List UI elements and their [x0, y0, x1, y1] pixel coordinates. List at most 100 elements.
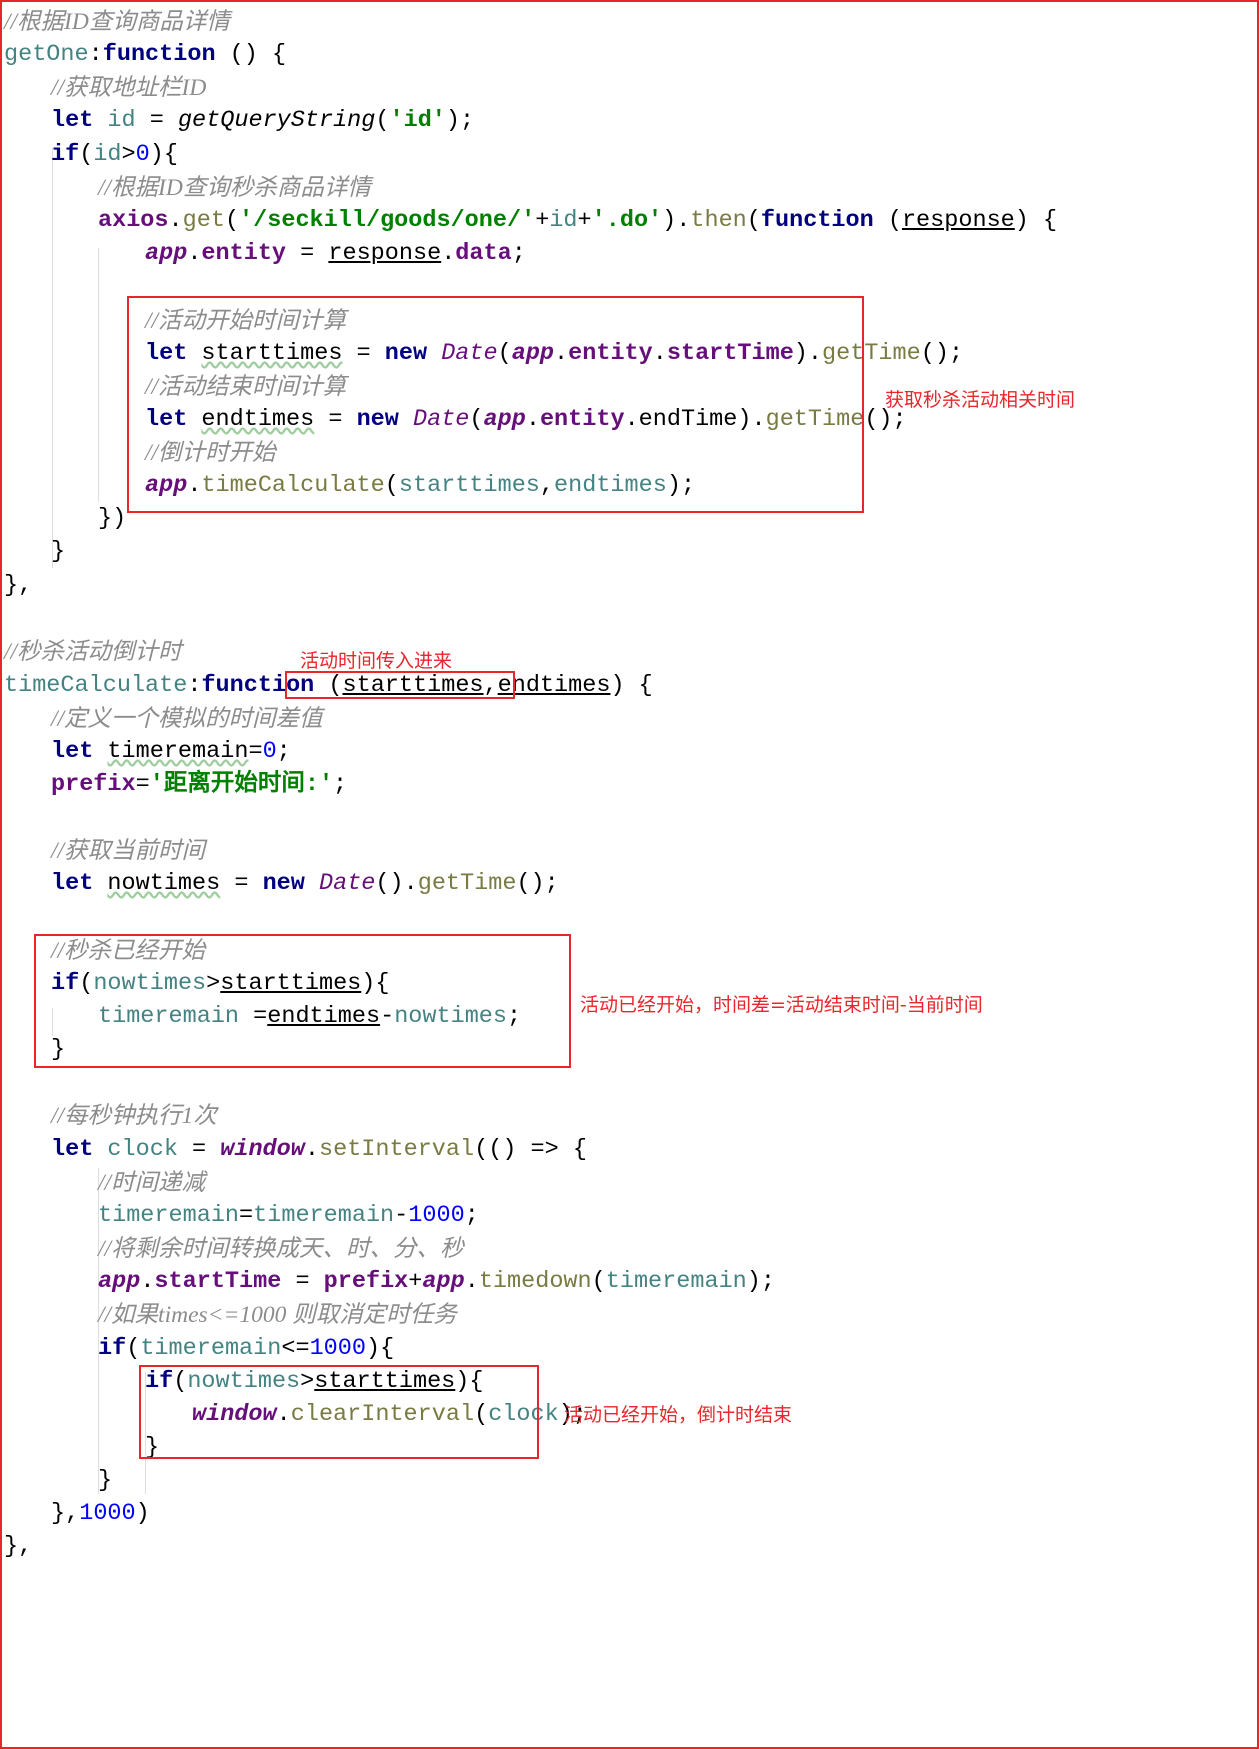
code-token: }, [4, 1533, 33, 1560]
code-token: //根据ID查询秒杀商品详情 [98, 175, 371, 201]
code-token: window [220, 1136, 305, 1163]
indent-guide [98, 248, 99, 502]
code-token: Date [318, 870, 376, 897]
code-line-let-clock: let clock = window.setInterval(() => { [51, 1132, 587, 1168]
code-line-comment-query-seckill-goods: //根据ID查询秒杀商品详情 [98, 170, 371, 206]
code-token: app [422, 1268, 465, 1295]
code-token: timeremain [605, 1268, 747, 1295]
code-token: ); [746, 1268, 775, 1295]
code-token: } [98, 1467, 113, 1494]
code-token: id [93, 141, 122, 168]
code-token: . [304, 1136, 319, 1163]
code-token: //将剩余时间转换成天、时、分、秒 [98, 1236, 464, 1262]
code-token: clock [107, 1136, 178, 1163]
code-token: = [135, 107, 178, 134]
code-token: function [760, 207, 874, 234]
code-token: ) [135, 1500, 150, 1527]
code-token: app [145, 240, 188, 267]
code-token: prefix [51, 771, 136, 798]
code-line-if-timeremain-le-1000: if(timeremain<=1000){ [98, 1331, 394, 1367]
highlight-box-fetch-times [127, 296, 864, 513]
code-line-comment-cancel-timer: //如果times<=1000 则取消定时任务 [98, 1297, 457, 1333]
code-token: } [51, 538, 66, 565]
code-token: 0 [262, 738, 277, 765]
code-token: ( [126, 1335, 141, 1362]
code-line-close-getone: }, [4, 568, 32, 604]
code-token: //获取当前时间 [51, 838, 206, 864]
code-token: startTime [154, 1268, 282, 1295]
code-token: //时间递减 [98, 1170, 206, 1196]
code-token: timeremain [140, 1335, 282, 1362]
code-token: (); [516, 870, 559, 897]
code-token: <= [281, 1335, 310, 1362]
code-token: response [901, 207, 1015, 234]
code-line-let-timeremain: let timeremain=0; [51, 734, 291, 770]
code-token: > [121, 141, 136, 168]
code-token: }, [51, 1500, 80, 1527]
code-token: getTime [417, 870, 517, 897]
code-token: ; [276, 738, 291, 765]
code-token: (() => { [474, 1136, 587, 1163]
code-line-comment-every-second: //每秒钟执行1次 [51, 1098, 217, 1134]
code-token: //如果times<=1000 则取消定时任务 [98, 1302, 457, 1328]
code-line-close-timecalculate: }, [4, 1529, 32, 1565]
code-token: = [135, 771, 150, 798]
code-token: axios [98, 207, 169, 234]
code-token: : [88, 41, 103, 68]
code-token: if [98, 1335, 127, 1362]
code-token: timeremain [107, 738, 249, 765]
code-line-assign-prefix: prefix='距离开始时间:'; [51, 767, 347, 803]
code-token: //秒杀活动倒计时 [4, 639, 182, 665]
code-line-let-nowtimes: let nowtimes = new Date().getTime(); [51, 866, 559, 902]
highlight-box-started [34, 934, 571, 1068]
code-token: ) { [1014, 207, 1058, 234]
code-token: ; [464, 1202, 479, 1229]
code-token: ). [662, 207, 691, 234]
code-token: //定义一个模拟的时间差值 [51, 706, 323, 732]
code-token: = [239, 1202, 254, 1229]
code-token: ( [375, 107, 390, 134]
code-token: nowtimes [107, 870, 221, 897]
code-token: //根据ID查询商品详情 [4, 9, 230, 35]
code-token: //每秒钟执行1次 [51, 1103, 217, 1129]
code-token: then [690, 207, 747, 234]
code-token: = [177, 1136, 221, 1163]
code-token: entity [201, 240, 287, 267]
code-line-close-if-timeremain: } [98, 1463, 112, 1499]
annotation-started-diff: 活动已经开始，时间差=活动结束时间-当前时间 [580, 994, 983, 1016]
annotation-countdown-end: 活动已经开始，倒计时结束 [564, 1404, 793, 1426]
code-line-comment-get-url-id: //获取地址栏ID [51, 70, 206, 106]
code-token: ( [224, 207, 240, 234]
code-token: }) [98, 505, 127, 532]
code-token: ( [746, 207, 761, 234]
code-line-assign-entity: app.entity = response.data; [145, 236, 526, 272]
code-token: timeremain [253, 1202, 395, 1229]
code-token: setInterval [318, 1136, 475, 1163]
code-token: response [328, 240, 442, 267]
code-token: ( [591, 1268, 606, 1295]
code-line-close-if: } [51, 534, 65, 570]
code-token: ); [445, 107, 475, 134]
code-token: id [549, 207, 578, 234]
code-token: ){ [366, 1335, 395, 1362]
code-token: let [51, 738, 94, 765]
code-line-axios-get-call: axios.get('/seckill/goods/one/'+id+'.do'… [98, 203, 1057, 239]
code-token: timeCalculate [4, 672, 188, 699]
code-token: if [51, 141, 80, 168]
code-token: . [441, 240, 456, 267]
highlight-box-countdown-end [139, 1365, 539, 1459]
code-line-close-setinterval: },1000) [51, 1496, 150, 1532]
code-token: ){ [149, 141, 178, 168]
code-line-comment-seckill-countdown: //秒杀活动倒计时 [4, 634, 182, 670]
code-token: timeremain [98, 1202, 240, 1229]
code-line-comment-get-goods-by-id: //根据ID查询商品详情 [4, 4, 230, 40]
code-token: . [140, 1268, 155, 1295]
code-token: let [51, 107, 94, 134]
code-token: 'id' [389, 107, 446, 134]
code-token: let [51, 870, 94, 897]
code-line-getone-declaration: getOne:function () { [4, 37, 286, 73]
